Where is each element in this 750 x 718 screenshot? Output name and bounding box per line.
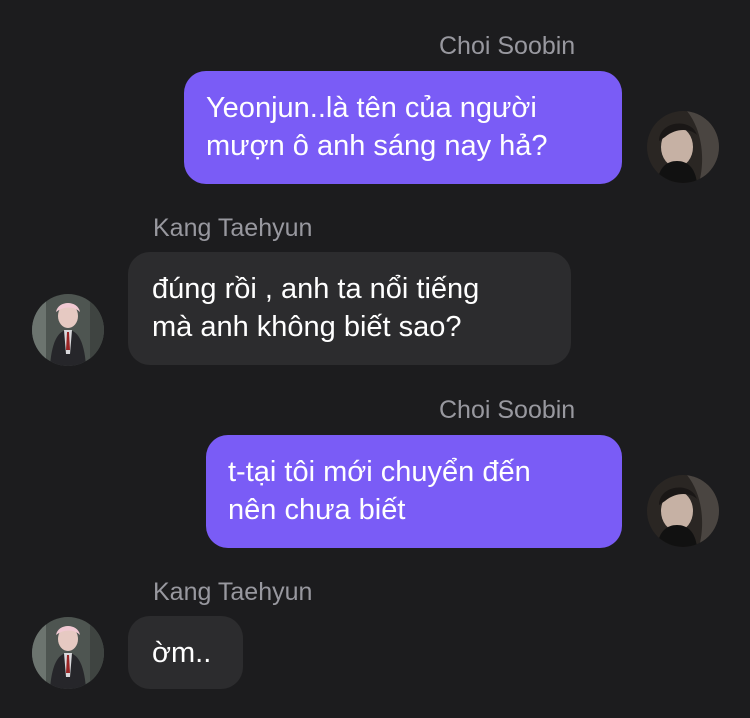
message-line: Yeonjun..là tên của người (206, 92, 537, 124)
message-bubble-outgoing[interactable]: t-tại tôi mới chuyển đến nên chưa biết (206, 435, 622, 548)
sender-name: Kang Taehyun (153, 214, 313, 242)
message-bubble-outgoing[interactable]: Yeonjun..là tên của người mượn ô anh sán… (184, 71, 622, 184)
message-line: đúng rồi , anh ta nổi tiếng (152, 273, 480, 305)
avatar-photo (32, 617, 104, 689)
avatar-photo (647, 111, 719, 183)
chat-thread: Choi Soobin Yeonjun..là tên của người mư… (0, 0, 750, 718)
message-line: ờm.. (152, 637, 212, 669)
message-line: nên chưa biết (228, 494, 406, 526)
message-bubble-incoming[interactable]: đúng rồi , anh ta nổi tiếng mà anh không… (128, 252, 571, 365)
soobin-avatar[interactable] (647, 111, 719, 183)
message-line: t-tại tôi mới chuyển đến (228, 456, 531, 488)
taehyun-avatar[interactable] (32, 294, 104, 366)
sender-name: Choi Soobin (439, 32, 576, 60)
soobin-avatar[interactable] (647, 475, 719, 547)
message-line: mà anh không biết sao? (152, 311, 462, 343)
taehyun-avatar[interactable] (32, 617, 104, 689)
message-bubble-incoming[interactable]: ờm.. (128, 616, 243, 689)
avatar-photo (32, 294, 104, 366)
message-line: mượn ô anh sáng nay hả? (206, 130, 548, 162)
avatar-photo (647, 475, 719, 547)
sender-name: Choi Soobin (439, 396, 576, 424)
sender-name: Kang Taehyun (153, 578, 313, 606)
